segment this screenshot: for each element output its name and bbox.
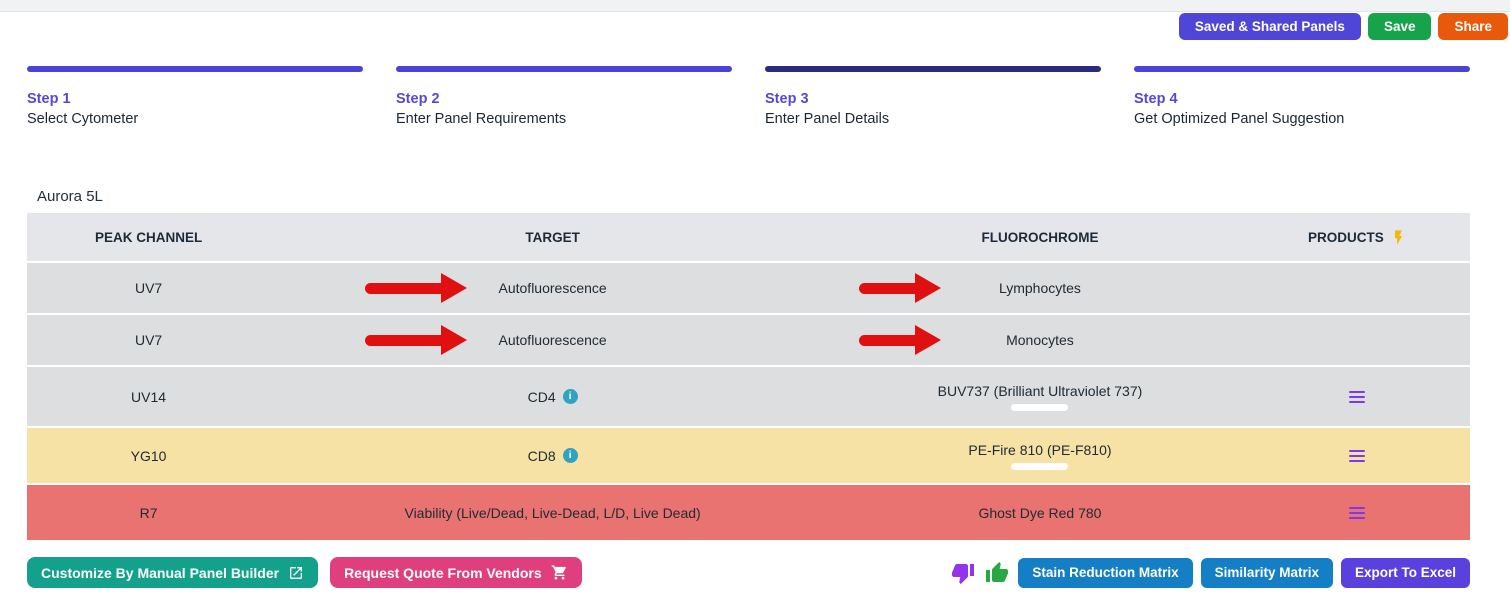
fluorochrome-cell: Ghost Dye Red 780: [835, 485, 1245, 540]
table-row: UV7 Autofluorescence Lymphocytes: [27, 263, 1470, 315]
table-header-row: PEAK CHANNEL TARGET FLUOROCHROME PRODUCT…: [27, 213, 1470, 263]
step-4-label: Step 4: [1134, 91, 1470, 107]
red-arrow-annotation: [365, 325, 467, 355]
table-row: UV7 Autofluorescence Monocytes: [27, 315, 1470, 367]
column-header-fluorochrome: FLUOROCHROME: [835, 213, 1245, 261]
fluorochrome-label: Monocytes: [1006, 332, 1074, 348]
external-link-icon: [288, 565, 304, 581]
request-quote-button-label: Request Quote From Vendors: [344, 565, 542, 581]
step-3-progress-bar: [765, 66, 1101, 72]
export-to-excel-button[interactable]: Export To Excel: [1341, 558, 1470, 588]
products-menu-icon[interactable]: [1346, 447, 1368, 465]
products-cell: [1245, 263, 1470, 313]
step-1-select-cytometer[interactable]: Step 1 Select Cytometer: [27, 66, 363, 127]
products-menu-icon[interactable]: [1346, 504, 1368, 522]
lightning-bolt-icon: [1390, 229, 1407, 246]
target-cell: CD8 i: [270, 428, 835, 483]
peak-channel-cell: UV7: [27, 263, 270, 313]
target-label: Autofluorescence: [499, 332, 607, 348]
fluorochrome-label: Ghost Dye Red 780: [978, 505, 1101, 521]
step-4-progress-bar: [1134, 66, 1470, 72]
step-1-progress-bar: [27, 66, 363, 72]
step-1-title: Select Cytometer: [27, 111, 363, 127]
products-cell: [1245, 485, 1470, 540]
customize-manual-panel-builder-button[interactable]: Customize By Manual Panel Builder: [27, 557, 318, 588]
target-label: Autofluorescence: [499, 280, 607, 296]
similarity-matrix-button[interactable]: Similarity Matrix: [1201, 558, 1333, 588]
column-header-products: PRODUCTS: [1245, 213, 1470, 261]
peak-channel-cell: R7: [27, 485, 270, 540]
similarity-progress-track: [1011, 463, 1068, 470]
footer-left-group: Customize By Manual Panel Builder Reques…: [27, 557, 582, 588]
table-row: UV14 CD4 i BUV737 (Brilliant Ultraviolet…: [27, 367, 1470, 428]
column-header-peak-channel: PEAK CHANNEL: [27, 213, 270, 261]
cytometer-name: Aurora 5L: [37, 188, 103, 205]
footer-actions: Customize By Manual Panel Builder Reques…: [27, 557, 1470, 588]
similarity-progress-track: [1011, 404, 1068, 411]
step-4-title: Get Optimized Panel Suggestion: [1134, 111, 1470, 127]
fluorochrome-label: PE-Fire 810 (PE-F810): [968, 442, 1111, 458]
thumbs-down-button[interactable]: [950, 561, 976, 585]
footer-right-group: Stain Reduction Matrix Similarity Matrix…: [950, 558, 1470, 588]
step-3-title: Enter Panel Details: [765, 111, 1101, 127]
step-1-label: Step 1: [27, 91, 363, 107]
thumbs-up-icon: [985, 561, 1009, 585]
stepper: Step 1 Select Cytometer Step 2 Enter Pan…: [27, 66, 1470, 127]
products-menu-icon[interactable]: [1346, 388, 1368, 406]
fluorochrome-cell: Lymphocytes: [835, 263, 1245, 313]
top-strip: [0, 0, 1510, 12]
step-2-panel-requirements[interactable]: Step 2 Enter Panel Requirements: [396, 66, 732, 127]
thumbs-down-icon: [951, 561, 975, 585]
save-button[interactable]: Save: [1368, 13, 1432, 40]
red-arrow-annotation: [859, 273, 941, 303]
step-2-title: Enter Panel Requirements: [396, 111, 732, 127]
red-arrow-annotation: [365, 273, 467, 303]
target-cell: Autofluorescence: [270, 315, 835, 365]
step-4-optimized-suggestion[interactable]: Step 4 Get Optimized Panel Suggestion: [1134, 66, 1470, 127]
red-arrow-annotation: [859, 325, 941, 355]
stain-reduction-matrix-button[interactable]: Stain Reduction Matrix: [1018, 558, 1192, 588]
target-label: Viability (Live/Dead, Live-Dead, L/D, Li…: [404, 505, 700, 521]
thumbs-up-button[interactable]: [984, 561, 1010, 585]
step-2-label: Step 2: [396, 91, 732, 107]
fluorochrome-cell: Monocytes: [835, 315, 1245, 365]
target-cell: Autofluorescence: [270, 263, 835, 313]
step-3-panel-details[interactable]: Step 3 Enter Panel Details: [765, 66, 1101, 127]
panel-table: PEAK CHANNEL TARGET FLUOROCHROME PRODUCT…: [27, 213, 1470, 540]
peak-channel-cell: UV14: [27, 367, 270, 426]
saved-shared-panels-button[interactable]: Saved & Shared Panels: [1179, 13, 1361, 40]
column-header-target: TARGET: [270, 213, 835, 261]
target-cell: CD4 i: [270, 367, 835, 426]
fluorochrome-cell: BUV737 (Brilliant Ultraviolet 737): [835, 367, 1245, 426]
peak-channel-cell: UV7: [27, 315, 270, 365]
table-row: YG10 CD8 i PE-Fire 810 (PE-F810): [27, 428, 1470, 485]
products-cell: [1245, 428, 1470, 483]
info-icon[interactable]: i: [563, 448, 578, 463]
header-actions: Saved & Shared Panels Save Share: [1179, 13, 1508, 40]
fluorochrome-label: Lymphocytes: [999, 280, 1081, 296]
peak-channel-cell: YG10: [27, 428, 270, 483]
products-cell: [1245, 367, 1470, 426]
request-quote-vendors-button[interactable]: Request Quote From Vendors: [330, 557, 582, 588]
customize-button-label: Customize By Manual Panel Builder: [41, 565, 279, 581]
fluorochrome-cell: PE-Fire 810 (PE-F810): [835, 428, 1245, 483]
fluorochrome-label: BUV737 (Brilliant Ultraviolet 737): [938, 383, 1143, 399]
step-3-label: Step 3: [765, 91, 1101, 107]
table-row: R7 Viability (Live/Dead, Live-Dead, L/D,…: [27, 485, 1470, 540]
info-icon[interactable]: i: [563, 389, 578, 404]
target-label: CD8: [528, 448, 556, 464]
shopping-cart-icon: [551, 564, 568, 581]
share-button[interactable]: Share: [1438, 13, 1508, 40]
target-cell: Viability (Live/Dead, Live-Dead, L/D, Li…: [270, 485, 835, 540]
target-label: CD4: [528, 389, 556, 405]
products-header-label: PRODUCTS: [1308, 230, 1384, 245]
step-2-progress-bar: [396, 66, 732, 72]
products-cell: [1245, 315, 1470, 365]
